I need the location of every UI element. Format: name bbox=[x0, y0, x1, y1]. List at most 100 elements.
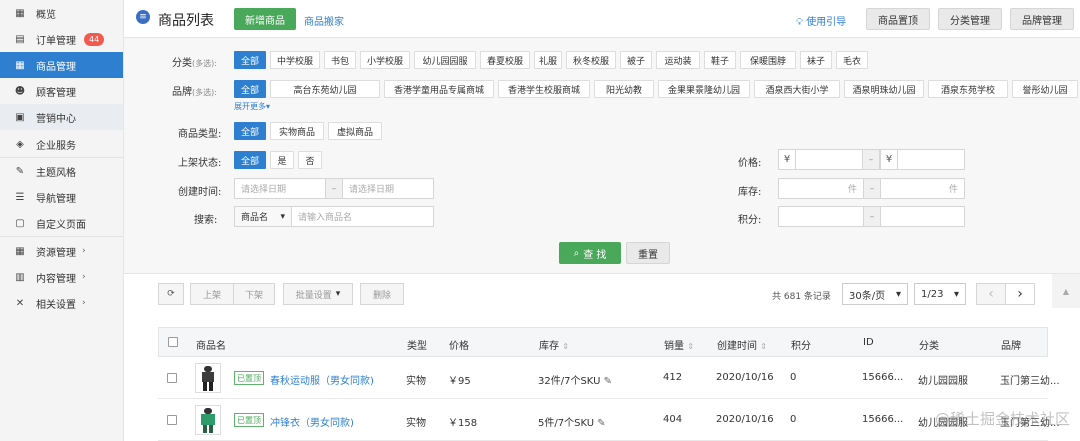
sidebar-item-custom-page[interactable]: ▢ 自定义页面 bbox=[0, 210, 123, 236]
batch-label: 批量设置 bbox=[295, 290, 332, 301]
brand-chip[interactable]: 香港学生校服商城 bbox=[498, 80, 590, 98]
page-size-select[interactable]: 30条/页 ▾ bbox=[842, 283, 908, 305]
start-date-input[interactable]: 请选择日期 bbox=[234, 178, 326, 199]
query-button[interactable]: ⌕ 查 找 bbox=[559, 242, 621, 264]
sidebar-item-content[interactable]: ▥ 内容管理 › bbox=[0, 264, 123, 290]
row-checkbox[interactable] bbox=[167, 415, 177, 425]
sidebar-item-theme[interactable]: ✎ 主题风格 bbox=[0, 158, 123, 184]
off-shelf-button[interactable]: 下架 bbox=[233, 283, 275, 305]
category-chip[interactable]: 全部 bbox=[234, 51, 266, 69]
clipboard-icon: ▤ bbox=[15, 33, 25, 45]
type-chip-physical[interactable]: 实物商品 bbox=[270, 122, 324, 140]
sidebar-item-settings[interactable]: ✕ 相关设置 › bbox=[0, 290, 123, 316]
search-field-select[interactable]: 商品名 ▾ bbox=[234, 206, 292, 227]
category-chip[interactable]: 礼服 bbox=[534, 51, 562, 69]
category-chip[interactable]: 保暖围脖 bbox=[740, 51, 796, 69]
sort-icon: ⇕ bbox=[562, 342, 569, 351]
end-date-input[interactable]: 请选择日期 bbox=[342, 178, 434, 199]
add-product-button[interactable]: 新增商品 bbox=[234, 8, 296, 30]
category-chip[interactable]: 鞋子 bbox=[704, 51, 736, 69]
sidebar-item-customers[interactable]: ☻ 顾客管理 bbox=[0, 78, 123, 104]
col-stock[interactable]: 库存 ⇕ bbox=[539, 337, 569, 352]
sidebar-item-enterprise[interactable]: ◈ 企业服务 bbox=[0, 131, 123, 157]
price-min-input[interactable] bbox=[795, 149, 863, 170]
pinned-badge: 已置顶 bbox=[234, 371, 264, 385]
category-chip[interactable]: 袜子 bbox=[800, 51, 832, 69]
delete-button[interactable]: 删除 bbox=[360, 283, 404, 305]
brand-chip[interactable]: 全部 bbox=[234, 80, 266, 98]
sidebar-item-orders[interactable]: ▤ 订单管理 44 bbox=[0, 26, 123, 52]
batch-settings-button[interactable]: 批量设置 ▾ bbox=[283, 283, 353, 305]
sidebar-item-overview[interactable]: ▦ 概览 bbox=[0, 0, 123, 26]
product-thumbnail[interactable] bbox=[195, 405, 221, 435]
sidebar-item-navigation[interactable]: ☰ 导航管理 bbox=[0, 184, 123, 210]
product-id: 15666... bbox=[862, 372, 904, 383]
price-max-input[interactable] bbox=[897, 149, 965, 170]
category-chip[interactable]: 幼儿园园服 bbox=[414, 51, 476, 69]
select-all-checkbox[interactable] bbox=[168, 337, 178, 347]
category-chip[interactable]: 秋冬校服 bbox=[566, 51, 616, 69]
category-chip[interactable]: 毛衣 bbox=[836, 51, 868, 69]
sidebar-item-label: 自定义页面 bbox=[36, 219, 86, 231]
search-input[interactable]: 请输入商品名 bbox=[291, 206, 434, 227]
tools-icon: ✕ bbox=[15, 297, 25, 309]
edit-pencil-icon[interactable]: ✎ bbox=[597, 418, 605, 429]
brand-chip[interactable]: 酒泉东苑学校 bbox=[928, 80, 1008, 98]
category-chip[interactable]: 春夏校服 bbox=[480, 51, 530, 69]
category-chip[interactable]: 运动装 bbox=[656, 51, 700, 69]
refresh-icon[interactable]: ⟳ bbox=[158, 283, 184, 305]
product-move-link[interactable]: 商品搬家 bbox=[304, 13, 344, 28]
product-thumbnail[interactable] bbox=[195, 363, 221, 393]
points-max-input[interactable] bbox=[880, 206, 965, 227]
product-type: 实物 bbox=[406, 418, 426, 429]
nav-icon: ☰ bbox=[15, 191, 25, 203]
brand-chip[interactable]: 酒泉明珠幼儿园 bbox=[844, 80, 924, 98]
brand-chip[interactable]: 誉彤幼儿园 bbox=[1012, 80, 1078, 98]
product-name-link[interactable]: 冲锋衣（男女同款) bbox=[270, 414, 354, 429]
sort-icon: ⇕ bbox=[687, 342, 694, 351]
sidebar-item-marketing[interactable]: ▣ 营销中心 bbox=[0, 104, 123, 130]
collapse-arrow-icon[interactable]: ▲ bbox=[1052, 274, 1080, 308]
stock-max-input[interactable]: 件 bbox=[880, 178, 965, 199]
expand-more-link[interactable]: 展开更多▾ bbox=[234, 101, 270, 112]
stock-min-input[interactable]: 件 bbox=[778, 178, 864, 199]
table-row[interactable]: 已置顶 春秋运动服（男女同款) 实物 ￥95 32件/7个SKU ✎ 412 2… bbox=[158, 357, 1060, 399]
col-created[interactable]: 创建时间 ⇕ bbox=[717, 337, 767, 352]
category-chip[interactable]: 中学校服 bbox=[270, 51, 320, 69]
type-chip-virtual[interactable]: 虚拟商品 bbox=[328, 122, 382, 140]
product-name-link[interactable]: 春秋运动服（男女同款) bbox=[270, 372, 374, 387]
stock-label: 库存: bbox=[738, 187, 762, 198]
status-chip-all[interactable]: 全部 bbox=[234, 151, 266, 169]
sidebar-item-products[interactable]: ▦ 商品管理 bbox=[0, 52, 123, 78]
table-row[interactable]: 已置顶 冲锋衣（男女同款) 实物 ￥158 5件/7个SKU ✎ 404 202… bbox=[158, 399, 1060, 441]
product-type: 实物 bbox=[406, 376, 426, 387]
guide-link[interactable]: 💡︎ 使用引导 bbox=[796, 13, 846, 28]
status-chip-yes[interactable]: 是 bbox=[270, 151, 294, 169]
category-manage-button[interactable]: 分类管理 bbox=[938, 8, 1002, 30]
next-page-button[interactable]: › bbox=[1005, 283, 1035, 305]
prev-page-button[interactable]: ‹ bbox=[976, 283, 1006, 305]
brand-chip[interactable]: 香港学童用品专属商城 bbox=[384, 80, 494, 98]
sidebar-item-resources[interactable]: ▦ 资源管理 › bbox=[0, 238, 123, 264]
status-chip-no[interactable]: 否 bbox=[298, 151, 322, 169]
category-chip[interactable]: 书包 bbox=[324, 51, 356, 69]
grid-icon: ▦ bbox=[15, 7, 25, 19]
pin-products-button[interactable]: 商品置顶 bbox=[866, 8, 930, 30]
brand-chip[interactable]: 金果果景隆幼儿园 bbox=[658, 80, 750, 98]
reset-button[interactable]: 重置 bbox=[626, 242, 670, 264]
row-checkbox[interactable] bbox=[167, 373, 177, 383]
on-shelf-button[interactable]: 上架 bbox=[190, 283, 234, 305]
page-select[interactable]: 1/23 ▾ bbox=[914, 283, 966, 305]
brand-chip[interactable]: 酒泉西大街小学 bbox=[754, 80, 840, 98]
col-sales[interactable]: 销量 ⇕ bbox=[664, 337, 694, 352]
pinned-badge: 已置顶 bbox=[234, 413, 264, 427]
edit-pencil-icon[interactable]: ✎ bbox=[604, 376, 612, 387]
brand-chip[interactable]: 高台东苑幼儿园 bbox=[270, 80, 380, 98]
brand-manage-button[interactable]: 品牌管理 bbox=[1010, 8, 1074, 30]
type-chip-all[interactable]: 全部 bbox=[234, 122, 266, 140]
brand-chip[interactable]: 阳光幼教 bbox=[594, 80, 654, 98]
points-min-input[interactable] bbox=[778, 206, 864, 227]
sidebar-item-label: 订单管理 bbox=[36, 35, 76, 47]
category-chip[interactable]: 小学校服 bbox=[360, 51, 410, 69]
category-chip[interactable]: 被子 bbox=[620, 51, 652, 69]
